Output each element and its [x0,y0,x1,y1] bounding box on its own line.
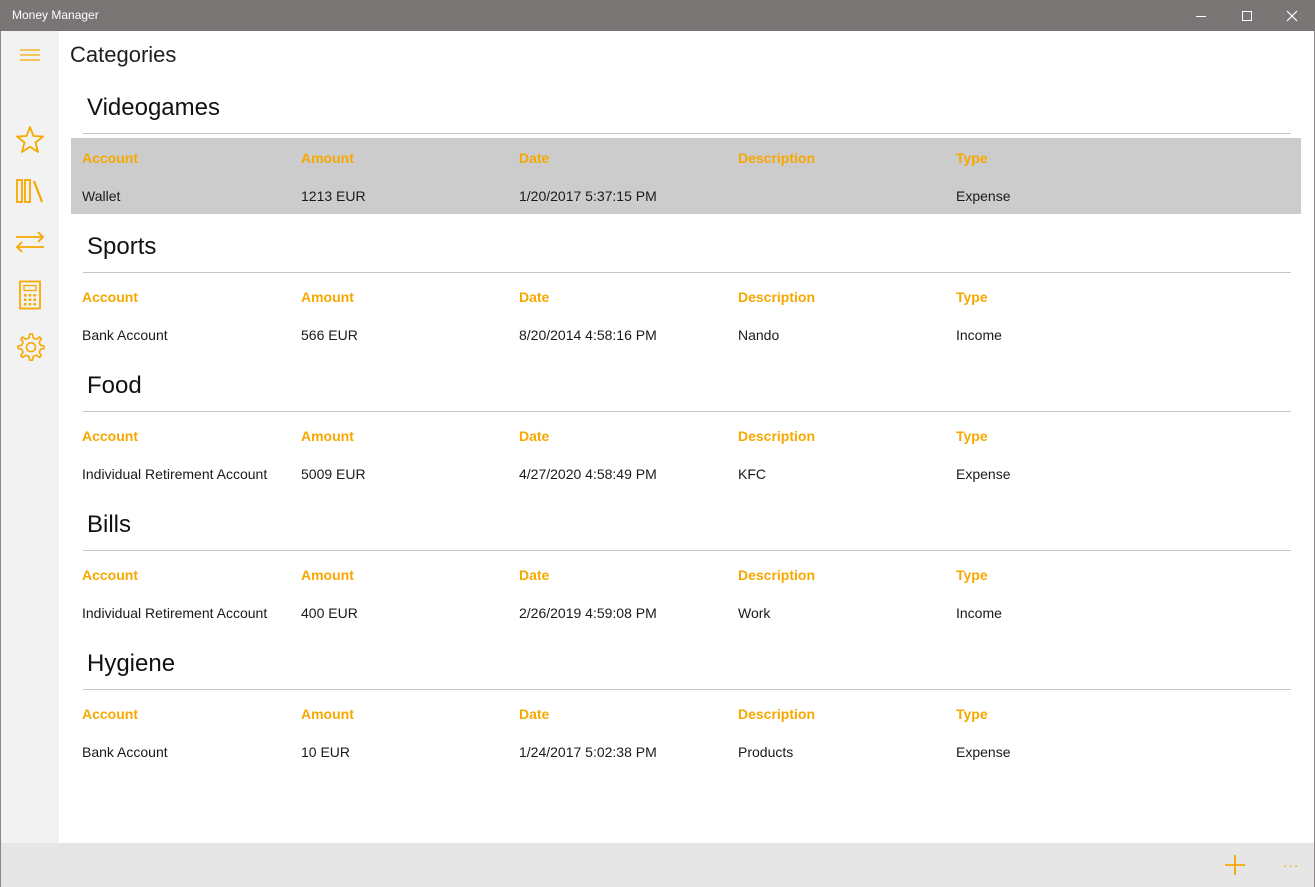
cell-type: Expense [956,466,1011,482]
add-icon [1225,855,1245,875]
cell-type: Expense [956,744,1011,760]
calculator-icon [19,280,41,310]
category-divider [83,272,1291,273]
hamburger-menu-icon [20,49,40,61]
cell-date: 1/20/2017 5:37:15 PM [519,188,657,204]
column-header-description: Description [738,150,816,166]
page-title: Categories [70,42,177,67]
category-name: Food [87,372,142,399]
cell-type: Income [956,327,1002,343]
category-divider [83,133,1291,134]
transaction-grid[interactable]: Account Amount Date Description Type Ban… [71,277,1301,353]
more-icon: ··· [1282,857,1300,873]
column-header-date: Date [519,567,550,583]
cell-account: Wallet [82,188,121,204]
add-button[interactable] [1213,843,1257,887]
category-name: Bills [87,511,132,538]
cell-amount: 1213 EUR [301,188,366,204]
column-header-date: Date [519,428,550,444]
column-header-description: Description [738,428,816,444]
category-name: Videogames [87,94,220,121]
cell-date: 2/26/2019 4:59:08 PM [519,605,657,621]
column-header-amount: Amount [301,150,354,166]
column-header-amount: Amount [301,289,354,305]
column-header-amount: Amount [301,428,354,444]
cell-description: Nando [738,327,780,343]
cell-type: Income [956,605,1002,621]
cell-description: Work [738,605,771,621]
nav-settings-button[interactable] [1,323,59,371]
category-name: Sports [87,233,157,260]
cell-description: Products [738,744,794,760]
maximize-button[interactable] [1224,0,1270,31]
gear-icon [17,333,45,361]
cell-account: Individual Retirement Account [82,605,268,621]
column-header-account: Account [82,706,138,722]
transaction-grid[interactable]: Account Amount Date Description Type Ban… [71,694,1301,770]
column-header-amount: Amount [301,706,354,722]
cell-account: Bank Account [82,744,168,760]
minimize-icon [1196,15,1206,17]
title-bar: Money Manager [0,0,1315,31]
close-icon [1286,10,1298,21]
column-header-date: Date [519,150,550,166]
column-header-type: Type [956,706,988,722]
cell-account: Bank Account [82,327,168,343]
cell-account: Individual Retirement Account [82,466,268,482]
nav-transactions-button[interactable] [1,218,59,266]
navigation-pane [1,31,59,843]
column-header-account: Account [82,289,138,305]
cell-description: KFC [738,466,766,482]
main-content: Categories Videogames Account Amount Dat… [59,31,1314,843]
cell-amount: 566 EUR [301,327,358,343]
category-divider [83,411,1291,412]
app-title: Money Manager [12,8,99,22]
category-name: Hygiene [87,650,176,677]
column-header-description: Description [738,706,816,722]
more-button[interactable]: ··· [1269,843,1313,887]
column-header-type: Type [956,150,988,166]
star-icon [16,126,44,153]
column-header-amount: Amount [301,567,354,583]
column-header-type: Type [956,289,988,305]
cell-date: 8/20/2014 4:58:16 PM [519,327,657,343]
transaction-grid[interactable]: Account Amount Date Description Type Ind… [71,416,1301,492]
column-header-type: Type [956,567,988,583]
cell-type: Expense [956,188,1011,204]
cell-date: 1/24/2017 5:02:38 PM [519,744,657,760]
cell-amount: 5009 EUR [301,466,366,482]
close-button[interactable] [1269,0,1315,31]
transfer-arrows-icon [15,231,45,253]
cell-amount: 10 EUR [301,744,351,760]
nav-accounts-button[interactable] [1,167,59,215]
nav-calculator-button[interactable] [1,271,59,319]
minimize-button[interactable] [1178,0,1224,31]
column-header-description: Description [738,289,816,305]
transaction-grid[interactable]: Account Amount Date Description Type Wal… [71,138,1301,214]
nav-favorites-button[interactable] [1,116,59,164]
column-header-date: Date [519,289,550,305]
hamburger-menu-button[interactable] [1,31,59,79]
cell-amount: 400 EUR [301,605,358,621]
transaction-grid[interactable]: Account Amount Date Description Type Ind… [71,555,1301,631]
column-header-account: Account [82,150,138,166]
column-header-type: Type [956,428,988,444]
column-header-date: Date [519,706,550,722]
command-bar: ··· [1,843,1314,887]
maximize-icon [1242,10,1252,21]
cell-date: 4/27/2020 4:58:49 PM [519,466,657,482]
category-divider [83,689,1291,690]
library-icon [16,179,44,203]
column-header-description: Description [738,567,816,583]
column-header-account: Account [82,428,138,444]
column-header-account: Account [82,567,138,583]
category-divider [83,550,1291,551]
